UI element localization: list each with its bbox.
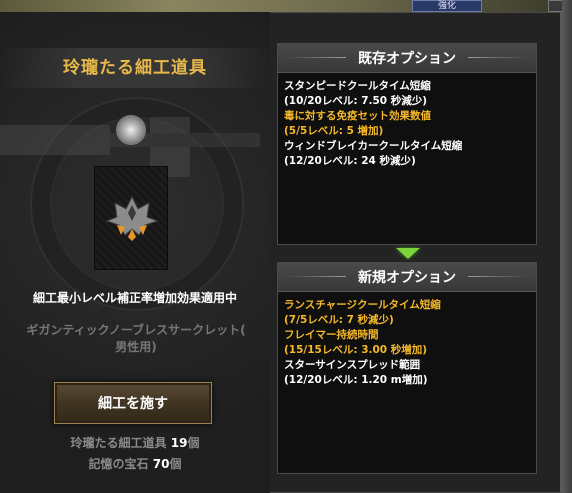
panel-title: 玲瓏たる細工道具	[63, 58, 207, 78]
item-name-line2: 男性用)	[115, 340, 157, 354]
header-ornament-right	[468, 276, 528, 277]
down-arrow-icon	[396, 248, 420, 259]
cost-tools-amount: 19	[170, 436, 188, 450]
cost-gems-label: 記憶の宝石	[88, 457, 153, 471]
option-line: (5/5レベル: 5 増加)	[284, 124, 530, 139]
option-line: 毒に対する免疫セット効果数値	[284, 109, 530, 124]
option-line: スタンピードクールタイム短縮	[284, 79, 530, 94]
option-text: ランスチャージクールタイム短縮	[284, 299, 441, 311]
option-line: (15/15レベル: 3.00 秒増加)	[284, 343, 530, 358]
existing-options-header: 既存オプション	[278, 44, 536, 73]
option-text: ウィンドブレイカークールタイム短縮	[284, 140, 463, 152]
cost-tools-unit: 個	[187, 436, 200, 450]
option-line: スターサインスプレッド範囲	[284, 358, 530, 373]
cost-tools: 玲瓏たる細工道具 19個	[0, 434, 270, 451]
option-text: 毒に対する免疫セット効果数値	[284, 110, 431, 122]
option-line: (10/20レベル: 7.50 秒減少)	[284, 94, 530, 109]
bonus-notice: 細工最小レベル補正率増加効果適用中	[32, 291, 237, 305]
item-slot[interactable]	[94, 166, 168, 270]
top-tab[interactable]: 強化	[412, 0, 482, 12]
cost-gems-amount: 70	[152, 457, 170, 471]
new-options-panel: 新規オプション ランスチャージクールタイム短縮 (7/5レベル: 7 秒減少) …	[277, 262, 537, 474]
option-text: フレイマー持続時間	[284, 329, 379, 341]
option-line: ランスチャージクールタイム短縮	[284, 298, 530, 313]
header-ornament-right	[468, 57, 528, 58]
option-line: (7/5レベル: 7 秒減少)	[284, 313, 530, 328]
option-text: (5/5レベル: 5 増加)	[284, 125, 384, 137]
option-text: (12/20レベル: 1.20 m増加)	[284, 374, 428, 386]
option-text: (7/5レベル: 7 秒減少)	[284, 314, 394, 326]
option-line: (12/20レベル: 24 秒減少)	[284, 154, 530, 169]
header-ornament-left	[286, 57, 346, 58]
new-options-title: 新規オプション	[358, 270, 456, 286]
option-text: スターサインスプレッド範囲	[284, 359, 421, 371]
cost-gems-unit: 個	[169, 457, 182, 471]
new-options-list: ランスチャージクールタイム短縮 (7/5レベル: 7 秒減少) フレイマー持続時…	[278, 292, 536, 388]
existing-options-list: スタンピードクールタイム短縮 (10/20レベル: 7.50 秒減少) 毒に対す…	[278, 73, 536, 169]
item-name: ギガンティックノーブレスサークレット( 男性用)	[2, 322, 270, 356]
gem-badge-icon	[116, 115, 146, 145]
option-text: (10/20レベル: 7.50 秒減少)	[284, 95, 428, 107]
item-name-line1: ギガンティックノーブレスサークレット(	[26, 323, 246, 337]
option-text: (15/15レベル: 3.00 秒増加)	[284, 344, 428, 356]
existing-options-title: 既存オプション	[358, 51, 456, 67]
option-text: (12/20レベル: 24 秒減少)	[284, 155, 416, 167]
circlet-item-icon	[105, 195, 159, 241]
top-tab-label: 強化	[437, 1, 456, 11]
cost-tools-label: 玲瓏たる細工道具	[70, 436, 171, 450]
option-line: (12/20レベル: 1.20 m増加)	[284, 373, 530, 388]
background-strip	[0, 0, 572, 12]
cost-gems: 記憶の宝石 70個	[0, 455, 270, 472]
option-line: ウィンドブレイカークールタイム短縮	[284, 139, 530, 154]
header-ornament-left	[286, 276, 346, 277]
option-text: スタンピードクールタイム短縮	[284, 80, 431, 92]
existing-options-panel: 既存オプション スタンピードクールタイム短縮 (10/20レベル: 7.50 秒…	[277, 43, 537, 245]
new-options-header: 新規オプション	[278, 263, 536, 292]
craft-button[interactable]: 細工を施す	[54, 382, 212, 424]
window-right-border	[562, 0, 572, 493]
option-line: フレイマー持続時間	[284, 328, 530, 343]
